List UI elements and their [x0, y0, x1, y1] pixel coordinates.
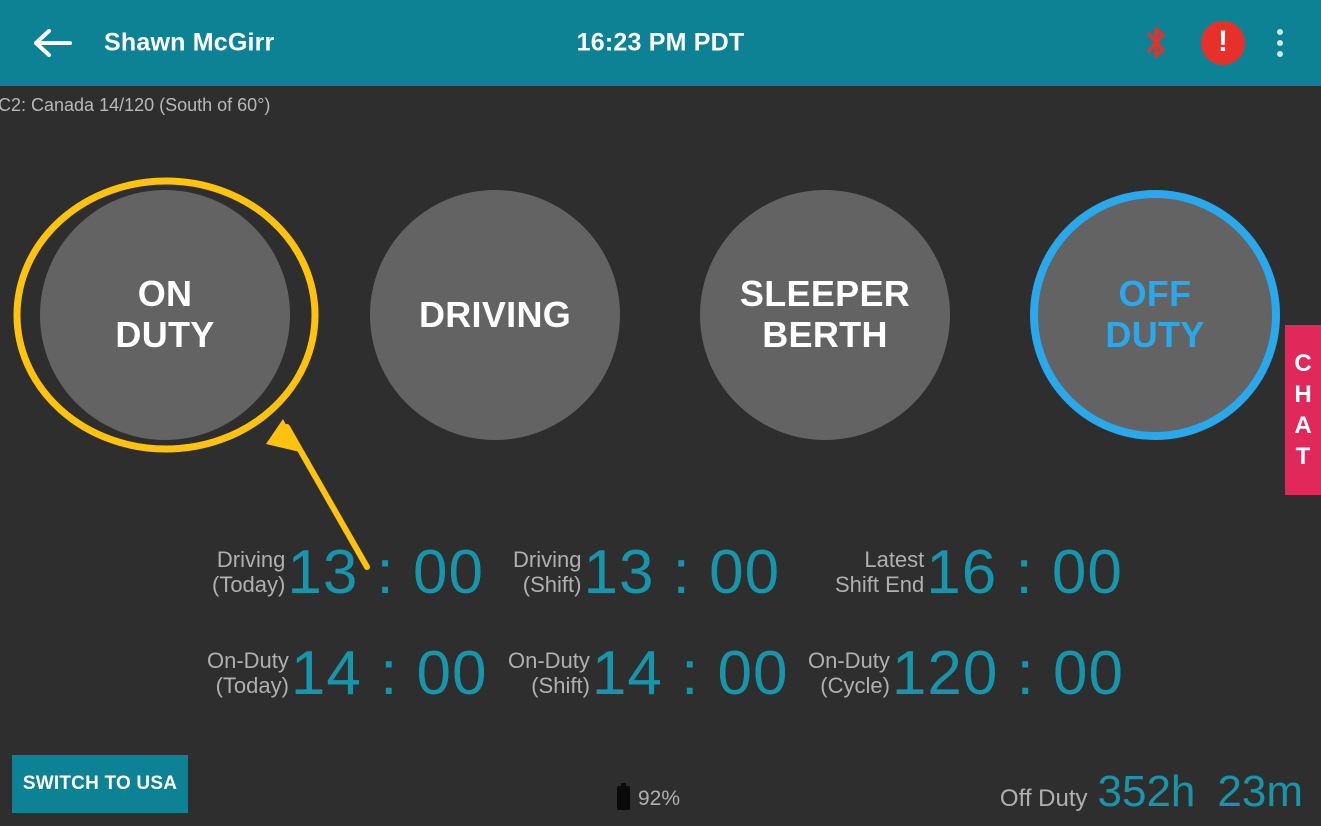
- timer-onduty-shift-value: 14 : 00: [591, 639, 789, 708]
- timer-label-line2: (Today): [212, 572, 286, 597]
- off-duty-total: Off Duty 352h 23m: [1000, 770, 1303, 814]
- app-header: Shawn McGirr 16:23 PM PDT !: [0, 0, 1321, 86]
- chat-tab-letter: A: [1294, 411, 1312, 439]
- overflow-menu-icon[interactable]: [1265, 21, 1295, 65]
- driver-name: Shawn McGirr: [104, 28, 275, 57]
- duty-status-sleeper-berth-line1: SLEEPER: [739, 273, 911, 315]
- timer-label-line2: (Cycle): [820, 673, 890, 698]
- chat-tab-letter: T: [1295, 442, 1311, 470]
- duty-status-row: ON DUTY DRIVING SLEEPER BERTH OFF DUTY: [0, 190, 1321, 440]
- switch-to-usa-button[interactable]: SWITCH TO USA: [12, 755, 188, 813]
- timer-label-line1: On-Duty: [508, 648, 590, 674]
- overflow-dot: [1277, 51, 1283, 57]
- off-duty-total-hours: 352h: [1097, 767, 1196, 816]
- timer-onduty-today: On-Duty (Today) 14 : 00: [207, 643, 488, 705]
- duty-status-on-duty-line2: DUTY: [115, 314, 215, 355]
- battery-status: 92%: [617, 783, 681, 810]
- back-arrow-icon[interactable]: [30, 23, 76, 63]
- timer-label-line2: (Today): [215, 673, 289, 698]
- timer-label-line1: Driving: [513, 547, 582, 573]
- timer-onduty-cycle: On-Duty (Cycle) 120 : 00: [808, 643, 1124, 705]
- duty-status-on-duty-line1: ON: [137, 273, 193, 315]
- hos-timers: Driving (Today) 13 : 00 Driving (Shift) …: [0, 530, 1321, 740]
- timer-onduty-today-value: 14 : 00: [290, 639, 488, 708]
- duty-status-off-duty-line1: OFF: [1118, 273, 1192, 315]
- timer-driving-today-label: Driving (Today): [212, 548, 285, 597]
- timer-label-line1: On-Duty: [808, 648, 890, 674]
- timer-label-line1: On-Duty: [207, 648, 289, 674]
- battery-icon: [617, 783, 630, 810]
- timer-latest-shift-end-label: Latest Shift End: [835, 548, 924, 597]
- duty-status-sleeper-berth-line2: BERTH: [762, 314, 888, 355]
- ruleset-bar: C2: Canada 14/120 (South of 60°): [0, 86, 1321, 124]
- chat-tab-letter: H: [1294, 380, 1312, 408]
- timer-latest-shift-end: Latest Shift End 16 : 00: [835, 542, 1123, 604]
- timer-label-line2: (Shift): [531, 673, 590, 698]
- timer-label-line1: Latest: [864, 547, 925, 573]
- overflow-dot: [1277, 40, 1283, 46]
- battery-percent: 92%: [638, 786, 681, 810]
- duty-status-driving-line1: DRIVING: [418, 293, 572, 335]
- off-duty-total-minutes: 23m: [1217, 767, 1303, 816]
- timer-label-line2: (Shift): [522, 572, 582, 597]
- overflow-dot: [1277, 29, 1283, 35]
- duty-status-off-duty[interactable]: OFF DUTY: [1030, 190, 1280, 440]
- bluetooth-icon[interactable]: [1139, 23, 1173, 63]
- alert-badge[interactable]: !: [1201, 21, 1245, 65]
- duty-status-on-duty[interactable]: ON DUTY: [40, 190, 290, 440]
- timer-onduty-shift-label: On-Duty (Shift): [508, 649, 590, 698]
- chat-tab[interactable]: C H A T: [1285, 325, 1321, 495]
- off-duty-total-label: Off Duty: [999, 785, 1088, 812]
- timer-onduty-shift: On-Duty (Shift) 14 : 00: [508, 643, 789, 705]
- ruleset-label: C2: Canada 14/120 (South of 60°): [0, 94, 271, 115]
- timer-driving-today: Driving (Today) 13 : 00: [212, 542, 484, 604]
- chat-tab-letter: C: [1294, 349, 1312, 377]
- hos-timer-row-driving: Driving (Today) 13 : 00 Driving (Shift) …: [0, 530, 1321, 635]
- timer-label-line1: Driving: [216, 547, 286, 573]
- timer-onduty-today-label: On-Duty (Today): [207, 649, 289, 698]
- timer-driving-shift-label: Driving (Shift): [513, 548, 581, 597]
- duty-status-off-duty-line2: DUTY: [1105, 314, 1205, 355]
- timer-onduty-cycle-value: 120 : 00: [891, 639, 1125, 708]
- duty-status-sleeper-berth[interactable]: SLEEPER BERTH: [700, 190, 950, 440]
- timer-label-line2: Shift End: [835, 572, 925, 597]
- duty-status-driving[interactable]: DRIVING: [370, 190, 620, 440]
- hos-timer-row-onduty: On-Duty (Today) 14 : 00 On-Duty (Shift) …: [0, 635, 1321, 740]
- alert-badge-label: !: [1218, 25, 1228, 58]
- eld-duty-status-screen: Shawn McGirr 16:23 PM PDT ! C2: Canada 1…: [0, 0, 1321, 826]
- timer-latest-shift-end-value: 16 : 00: [926, 538, 1123, 607]
- timer-onduty-cycle-label: On-Duty (Cycle): [808, 649, 890, 698]
- timer-driving-shift-value: 13 : 00: [583, 538, 781, 607]
- timer-driving-today-value: 13 : 00: [287, 538, 484, 607]
- timer-driving-shift: Driving (Shift) 13 : 00: [513, 542, 780, 604]
